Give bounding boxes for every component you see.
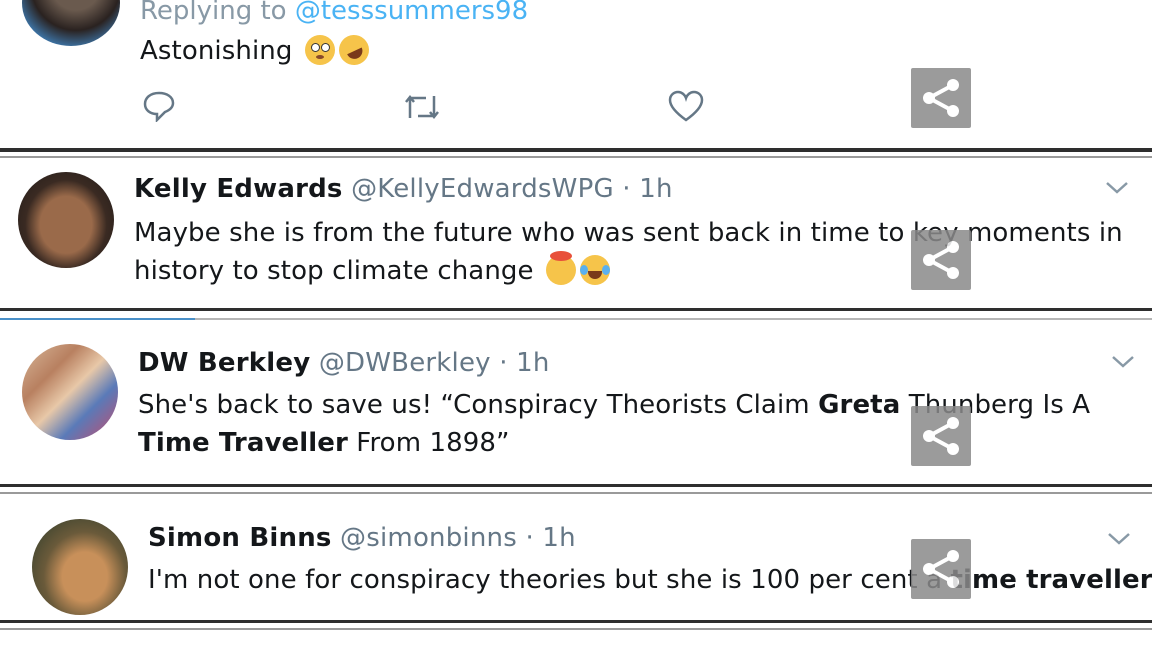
tweet-line: Maybe she is from the future who was sen… bbox=[134, 218, 1123, 248]
separator-dot: · bbox=[525, 523, 534, 553]
progress-line bbox=[0, 318, 195, 320]
highlighted-term: time traveller bbox=[950, 565, 1152, 595]
separator-dot: · bbox=[622, 174, 631, 204]
share-icon[interactable] bbox=[911, 406, 971, 466]
divider bbox=[0, 484, 1152, 487]
reply-icon[interactable] bbox=[142, 90, 176, 122]
divider bbox=[0, 628, 1152, 630]
tweet-line: I'm not one for conspiracy theories but … bbox=[148, 561, 1152, 599]
tweet-text: Astonishing bbox=[140, 30, 374, 70]
tweet-card[interactable]: Kelly Edwards @KellyEdwardsWPG · 1h Mayb… bbox=[0, 158, 1152, 308]
replying-handle-link[interactable]: @tesssummers98 bbox=[295, 0, 528, 26]
divider bbox=[0, 148, 1152, 152]
avatar[interactable] bbox=[18, 172, 114, 268]
chevron-down-icon[interactable] bbox=[1106, 531, 1132, 547]
user-name-link[interactable]: DW Berkley bbox=[138, 348, 310, 378]
share-icon[interactable] bbox=[911, 230, 971, 290]
tweet-text: Maybe she is from the future who was sen… bbox=[134, 214, 1123, 290]
user-handle-link[interactable]: @KellyEdwardsWPG bbox=[351, 174, 614, 204]
tweet-card[interactable]: DW Berkley @DWBerkley · 1h She's back to… bbox=[0, 322, 1152, 482]
tweet-text-segment: From 1898” bbox=[347, 428, 510, 458]
tweet-header: Kelly Edwards @KellyEdwardsWPG · 1h bbox=[134, 174, 673, 204]
tweet-header: Simon Binns @simonbinns · 1h bbox=[148, 523, 576, 553]
highlighted-term: Greta bbox=[818, 390, 901, 420]
tweet-card-top[interactable]: Replying to @tesssummers98 Astonishing bbox=[0, 0, 1152, 148]
avatar[interactable] bbox=[22, 344, 118, 440]
replying-to: Replying to @tesssummers98 bbox=[140, 0, 528, 26]
avatar[interactable] bbox=[32, 519, 128, 615]
timestamp-link[interactable]: 1h bbox=[639, 174, 672, 204]
timestamp-link[interactable]: 1h bbox=[542, 523, 575, 553]
share-icon[interactable] bbox=[911, 68, 971, 128]
tweet-line: history to stop climate change bbox=[134, 251, 1123, 290]
chevron-down-icon[interactable] bbox=[1110, 354, 1136, 370]
tweet-text-content: Astonishing bbox=[140, 36, 293, 66]
flushed-face-emoji bbox=[304, 35, 335, 65]
tweet-text-segment: I'm not one for conspiracy theories but … bbox=[148, 565, 951, 595]
highlighted-term: Time Traveller bbox=[138, 428, 348, 458]
rolling-laughing-emoji bbox=[333, 30, 374, 70]
avatar[interactable] bbox=[22, 0, 120, 46]
user-name-link[interactable]: Kelly Edwards bbox=[134, 174, 343, 204]
user-handle-link[interactable]: @simonbinns bbox=[340, 523, 517, 553]
divider bbox=[0, 492, 1152, 494]
tweet-text-segment: She's back to save us! “Conspiracy Theor… bbox=[138, 390, 819, 420]
tweet-card[interactable]: Simon Binns @simonbinns · 1h I'm not one… bbox=[0, 495, 1152, 619]
chevron-down-icon[interactable] bbox=[1104, 180, 1130, 196]
tears-of-joy-emoji bbox=[580, 255, 610, 285]
separator-dot: · bbox=[499, 348, 508, 378]
like-heart-icon[interactable] bbox=[668, 90, 704, 122]
tweet-text: I'm not one for conspiracy theories but … bbox=[148, 561, 1152, 599]
share-icon[interactable] bbox=[911, 539, 971, 599]
tweet-header: DW Berkley @DWBerkley · 1h bbox=[138, 348, 550, 378]
timestamp-link[interactable]: 1h bbox=[516, 348, 549, 378]
divider bbox=[0, 620, 1152, 623]
divider bbox=[0, 308, 1152, 311]
tweet-line-text: history to stop climate change bbox=[134, 256, 534, 286]
exploding-head-emoji bbox=[546, 251, 576, 285]
retweet-icon[interactable] bbox=[402, 92, 442, 122]
user-name-link[interactable]: Simon Binns bbox=[148, 523, 332, 553]
replying-prefix: Replying to bbox=[140, 0, 287, 26]
user-handle-link[interactable]: @DWBerkley bbox=[319, 348, 491, 378]
